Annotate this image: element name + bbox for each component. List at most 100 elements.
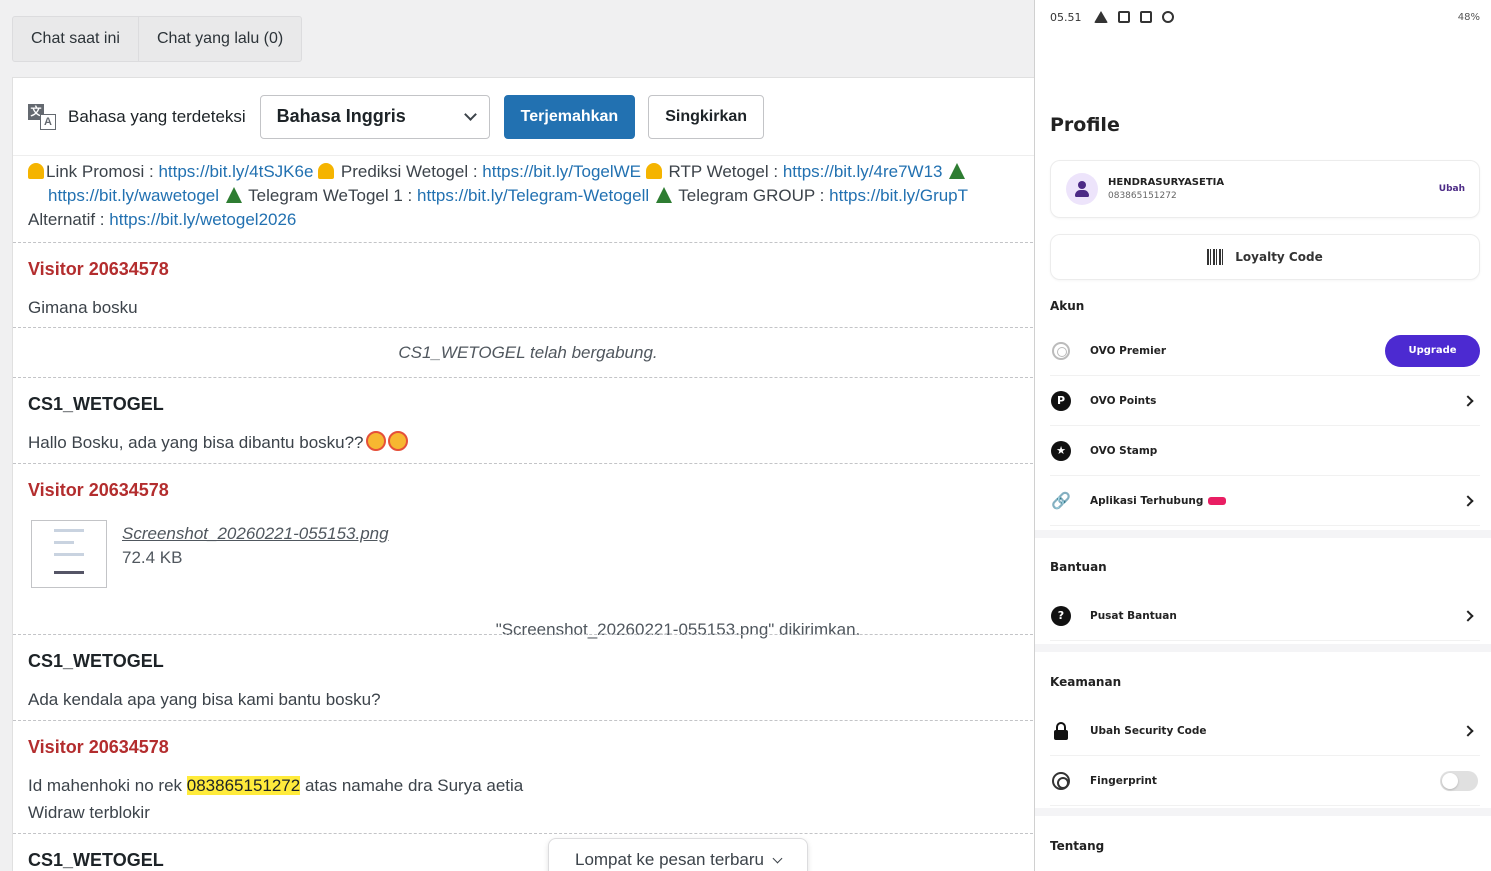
section-title-tentang: Tentang	[1050, 839, 1105, 853]
user-name: HENDRASURYASETIA	[1108, 177, 1225, 188]
screen: Chat saat ini Chat yang lalu (0) 文A Baha…	[0, 0, 1491, 871]
tree-icon	[225, 187, 242, 203]
message-sender: Visitor 20634578	[28, 480, 169, 500]
highlighted-account-number: 083865151272	[186, 776, 301, 795]
phone-screenshot: 05.51 48% Profile HENDRASURYASETIA 08386…	[1034, 0, 1491, 871]
warning-icon	[1093, 11, 1108, 23]
promo-text: Telegram GROUP :	[673, 186, 830, 205]
file-name-link[interactable]: Screenshot_20260221-055153.png	[122, 524, 389, 544]
section-divider	[1035, 808, 1491, 816]
promo-banner-message: Link Promosi : https://bit.ly/4tSJK6e Pr…	[28, 160, 1043, 242]
smiling-face-emoji-icon	[387, 431, 408, 451]
section-title-akun: Akun	[1050, 299, 1085, 313]
chevron-down-icon	[772, 853, 783, 864]
menu-item-ovo-premier[interactable]: OVO Premier Upgrade	[1050, 326, 1480, 376]
menu-item-label: Pusat Bantuan	[1090, 609, 1177, 622]
chat-message: Visitor 20634578 Id mahenhoki no rek 083…	[13, 720, 1043, 833]
message-sender: Visitor 20634578	[28, 737, 169, 757]
chat-message: Visitor 20634578 Screenshot_20260221-055…	[13, 463, 1043, 639]
menu-item-label: Ubah Security Code	[1090, 724, 1207, 737]
chevron-right-icon	[1462, 609, 1474, 622]
message-sender: Visitor 20634578	[28, 259, 169, 279]
rtp-link[interactable]: https://bit.ly/4re7W13	[783, 162, 943, 181]
app-icon	[1139, 11, 1152, 23]
chevron-right-icon	[1462, 494, 1474, 507]
translate-bar: 文A Bahasa yang terdeteksi Bahasa Inggris…	[13, 78, 1041, 156]
telegram-link[interactable]: https://bit.ly/Telegram-Wetogell	[417, 186, 649, 205]
system-message: CS1_WETOGEL telah bergabung.	[13, 327, 1043, 377]
chevron-right-icon	[1462, 724, 1474, 737]
bell-icon	[318, 163, 335, 179]
upgrade-button[interactable]: Upgrade	[1385, 334, 1480, 367]
menu-item-security-code[interactable]: Ubah Security Code	[1050, 706, 1480, 756]
menu-item-label: Fingerprint	[1090, 774, 1157, 787]
file-size: 72.4 KB	[122, 548, 183, 567]
user-card[interactable]: HENDRASURYASETIA 083865151272 Ubah	[1050, 160, 1480, 218]
chevron-right-icon	[1462, 394, 1474, 407]
language-select[interactable]: Bahasa Inggris	[259, 94, 490, 139]
premier-icon	[1052, 341, 1070, 360]
chat-panel: Chat saat ini Chat yang lalu (0) 文A Baha…	[0, 0, 1043, 871]
message-sender: CS1_WETOGEL	[28, 651, 164, 671]
jump-to-latest-label: Lompat ke pesan terbaru	[574, 850, 764, 869]
status-bar: 05.51 48%	[1050, 8, 1480, 26]
promo-text: Link Promosi :	[46, 162, 159, 181]
menu-item-label: OVO Premier	[1090, 344, 1167, 357]
message-sender: CS1_WETOGEL	[28, 394, 164, 414]
chat-transcript: 文A Bahasa yang terdeteksi Bahasa Inggris…	[12, 77, 1043, 871]
alternative-link[interactable]: https://bit.ly/wetogel2026	[109, 210, 296, 229]
menu-item-label: OVO Points	[1090, 394, 1157, 407]
whatsapp-link[interactable]: https://bit.ly/wawetogel	[48, 186, 219, 205]
jump-to-latest-button[interactable]: Lompat ke pesan terbaru	[548, 838, 808, 871]
tab-current-chat[interactable]: Chat saat ini	[13, 17, 139, 61]
menu-item-ovo-points[interactable]: P OVO Points	[1050, 376, 1480, 426]
fingerprint-icon	[1052, 771, 1070, 790]
chat-tabs: Chat saat ini Chat yang lalu (0)	[12, 16, 303, 62]
message-text: Ada kendala apa yang bisa kami bantu bos…	[28, 690, 381, 709]
message-text-part: atas namahe dra Surya aetia	[300, 776, 524, 795]
loyalty-code-button[interactable]: Loyalty Code	[1050, 234, 1480, 280]
message-sender: CS1_WETOGEL	[28, 850, 164, 870]
page-title: Profile	[1050, 114, 1120, 136]
detected-language-label: Bahasa yang terdeteksi	[68, 106, 246, 126]
battery-level: 48%	[1457, 11, 1480, 23]
bell-icon	[28, 163, 44, 179]
help-icon: ?	[1051, 605, 1071, 626]
menu-item-ovo-stamp[interactable]: ★ OVO Stamp	[1050, 426, 1480, 476]
lock-icon	[1054, 721, 1068, 740]
translate-button[interactable]: Terjemahkan	[503, 94, 636, 139]
message-text-part: Id mahenhoki no rek	[28, 776, 187, 795]
menu-item-connected-apps[interactable]: 🔗 Aplikasi Terhubung	[1050, 476, 1480, 526]
prediction-link[interactable]: https://bit.ly/TogelWE	[482, 162, 641, 181]
file-thumbnail[interactable]	[31, 520, 107, 588]
dismiss-button[interactable]: Singkirkan	[648, 94, 765, 139]
loyalty-code-label: Loyalty Code	[1235, 250, 1323, 264]
menu-item-help-center[interactable]: ? Pusat Bantuan	[1050, 591, 1480, 641]
telegram-group-link[interactable]: https://bit.ly/GrupT	[829, 186, 968, 205]
tree-icon	[655, 187, 672, 203]
menu-item-label: Aplikasi Terhubung	[1090, 494, 1204, 507]
status-time: 05.51	[1050, 10, 1082, 24]
smiling-face-emoji-icon	[365, 431, 386, 451]
fingerprint-toggle[interactable]	[1440, 770, 1478, 791]
promo-text: Prediksi Wetogel :	[336, 162, 483, 181]
chat-message: CS1_WETOGEL	[13, 833, 1043, 871]
language-select-value: Bahasa Inggris	[276, 106, 406, 126]
circle-icon	[1161, 11, 1174, 23]
star-icon: ★	[1051, 440, 1071, 461]
chat-message: CS1_WETOGEL Hallo Bosku, ada yang bisa d…	[13, 377, 1043, 463]
message-text: Gimana bosku	[28, 298, 138, 317]
promo-link[interactable]: https://bit.ly/4tSJK6e	[158, 162, 313, 181]
tab-past-chat[interactable]: Chat yang lalu (0)	[139, 17, 301, 61]
link-icon: 🔗	[1051, 491, 1071, 510]
translate-icon: 文A	[28, 103, 56, 130]
message-text-content: Hallo Bosku, ada yang bisa dibantu bosku…	[28, 433, 364, 452]
bell-icon	[645, 163, 662, 179]
chevron-down-icon	[463, 107, 477, 121]
file-attachment[interactable]: Screenshot_20260221-055153.png 72.4 KB	[31, 520, 389, 588]
menu-item-label: OVO Stamp	[1090, 444, 1158, 457]
promo-text: Telegram WeTogel 1 :	[243, 186, 418, 205]
section-divider	[1035, 530, 1491, 538]
edit-profile-link[interactable]: Ubah	[1439, 184, 1465, 194]
menu-item-fingerprint[interactable]: Fingerprint	[1050, 756, 1480, 806]
